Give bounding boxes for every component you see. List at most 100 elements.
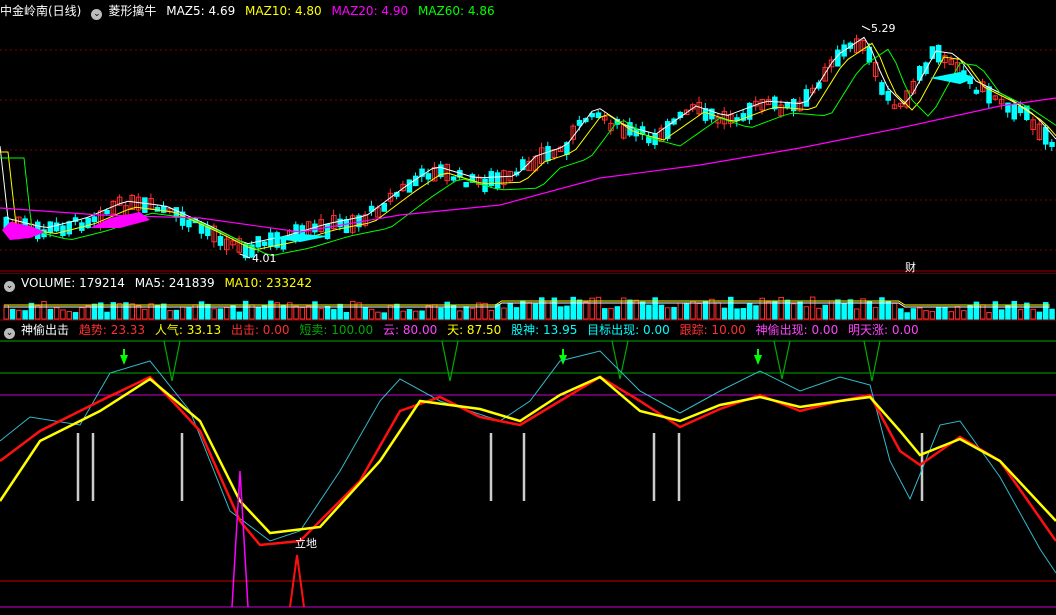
volume-bar — [986, 311, 992, 320]
ma10-label: MAZ10: 4.80 — [245, 4, 322, 18]
settings-circle-icon[interactable]: ⌄ — [91, 9, 103, 20]
popularity-line — [0, 375, 1056, 535]
indicator-chart[interactable] — [0, 321, 1056, 615]
volume-bar — [526, 302, 532, 320]
volume-bar — [85, 305, 91, 320]
volume-bar — [791, 303, 797, 320]
ma5-label: MAZ5: 4.69 — [166, 4, 236, 18]
volume-bar — [891, 302, 898, 320]
volume-bar — [639, 301, 646, 320]
candle-body — [60, 225, 66, 236]
volume-bar — [129, 303, 135, 320]
volume-bar — [268, 300, 274, 320]
volume-bar — [917, 307, 923, 320]
short-sell-signal — [441, 340, 459, 382]
volume-bar — [400, 310, 406, 320]
volume-bar — [41, 301, 47, 320]
volume-bar — [186, 307, 192, 320]
candle-body — [450, 176, 457, 181]
volume-bar — [425, 305, 432, 320]
volume-bar — [161, 303, 167, 320]
volume-bar — [740, 308, 747, 320]
candle-body — [494, 172, 501, 189]
indicator-settings-icon[interactable]: ⌄ — [4, 328, 15, 339]
volume-bar — [255, 306, 261, 320]
volume-bar — [816, 307, 822, 320]
candle-body — [463, 181, 469, 188]
volume-bar — [602, 308, 608, 320]
price-header: 中金岭南(日线) ⌄ 菱形擒牛 MAZ5: 4.69 MAZ10: 4.80 MAZ… — [0, 2, 501, 20]
volume-bar — [230, 305, 236, 320]
volume-bar — [312, 301, 318, 320]
volume-bar — [324, 305, 331, 320]
short-sell-signal — [863, 340, 881, 382]
volume-bar — [1011, 300, 1017, 320]
volume-bar — [872, 306, 879, 320]
volume-bar — [318, 308, 324, 320]
volume-bar — [923, 310, 929, 320]
high-price-label: 5.29 — [871, 22, 896, 35]
volume-bar — [413, 310, 419, 320]
price-chart[interactable] — [0, 0, 1056, 272]
stock-title: 中金岭南(日线) — [0, 4, 82, 18]
price-panel[interactable]: 中金岭南(日线) ⌄ 菱形擒牛 MAZ5: 4.69 MAZ10: 4.80 MAZ… — [0, 0, 1056, 274]
volume-bar — [803, 306, 810, 320]
indicator-panel[interactable]: ⌄ 神偷出击 趋势: 23.33 人气: 33.13 出击: 0.00 短卖: 1… — [0, 321, 1056, 615]
volume-bar — [841, 303, 847, 320]
volume-bar — [696, 303, 702, 320]
volume-bar — [381, 312, 387, 320]
candle-body — [381, 202, 387, 212]
candle-body — [1024, 105, 1030, 121]
indicator-name: 菱形擒牛 — [108, 4, 157, 18]
candle-body — [545, 146, 551, 162]
volume-label: VOLUME: 179214 — [21, 276, 125, 290]
volume-bar — [463, 306, 469, 320]
volume-bar — [261, 305, 268, 320]
candle-body — [576, 119, 583, 126]
volume-bar — [765, 301, 772, 320]
volume-bar — [1036, 311, 1043, 320]
volume-bar — [854, 308, 860, 320]
volume-bar — [331, 309, 337, 320]
candle-body — [1011, 103, 1017, 120]
volume-bar — [438, 307, 444, 320]
candle-body — [217, 236, 224, 246]
volume-bar — [375, 311, 381, 320]
ind-stock-god: 股神: 13.95 — [511, 323, 578, 337]
volume-bar — [53, 307, 60, 320]
ind-short-sell: 短卖: 100.00 — [299, 323, 374, 337]
ma60-line — [0, 48, 1056, 257]
volume-bar — [35, 305, 41, 320]
volume-bar — [564, 305, 570, 320]
volume-bar — [702, 300, 709, 320]
volume-bar — [734, 308, 740, 320]
volume-bar — [885, 301, 891, 320]
ind-cloud: 云: 80.00 — [383, 323, 438, 337]
candle-body — [91, 216, 98, 223]
volume-bar — [343, 311, 350, 320]
volume-bar — [772, 300, 778, 320]
candle-body — [142, 197, 148, 213]
volume-bar — [173, 309, 180, 320]
volume-bar — [406, 309, 413, 320]
ma10-line — [0, 42, 1056, 251]
volume-bar — [142, 308, 148, 320]
short-sell-signal — [163, 340, 181, 382]
volume-ma10-label: MA10: 233242 — [224, 276, 312, 290]
volume-bar — [1049, 308, 1055, 320]
ind-target: 目标出现: 0.00 — [587, 323, 670, 337]
ind-thief-appear: 神偷出现: 0.00 — [755, 323, 839, 337]
ind-attack: 出击: 0.00 — [230, 323, 290, 337]
volume-panel[interactable]: ⌄ VOLUME: 179214 MA5: 241839 MA10: 233242 — [0, 273, 1056, 321]
volume-bar — [224, 306, 230, 320]
volume-bar — [72, 312, 79, 320]
volume-settings-icon[interactable]: ⌄ — [4, 281, 15, 292]
ma20-line — [0, 97, 1056, 233]
volume-bar — [992, 301, 999, 320]
candle-body — [879, 82, 885, 95]
ind-name: 神偷出击 — [21, 323, 70, 337]
volume-bar — [898, 308, 904, 320]
volume-bar — [948, 311, 954, 320]
volume-bar — [22, 310, 28, 320]
volume-bar — [797, 301, 803, 320]
